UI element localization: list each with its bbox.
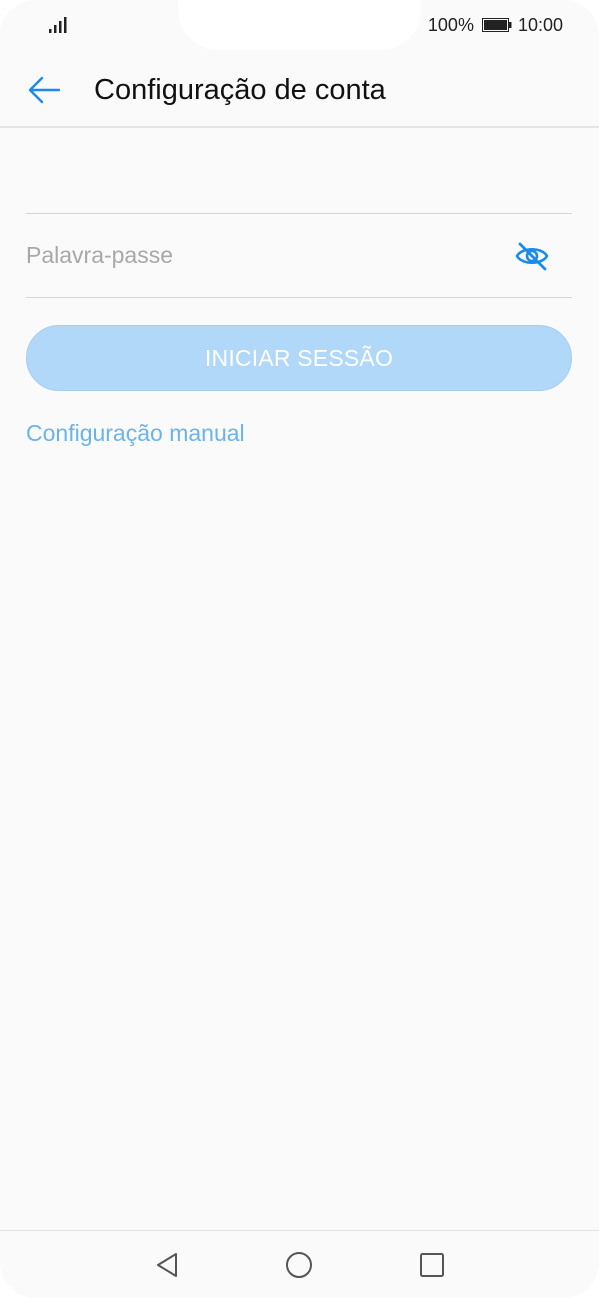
- status-right: 100% 10:00: [428, 14, 563, 36]
- status-bar: 100% 10:00: [0, 0, 599, 50]
- triangle-back-icon: [157, 1253, 177, 1277]
- nav-back-button[interactable]: [149, 1247, 185, 1283]
- nav-recents-button[interactable]: [414, 1247, 450, 1283]
- nav-home-button[interactable]: [281, 1247, 317, 1283]
- divider-bottom: [26, 297, 572, 298]
- back-button[interactable]: [22, 68, 66, 112]
- password-field: [26, 214, 572, 297]
- circle-home-icon: [286, 1252, 312, 1278]
- login-button[interactable]: INICIAR SESSÃO: [26, 325, 572, 391]
- toggle-password-visibility-button[interactable]: [512, 236, 552, 276]
- battery-percent: 100%: [427, 14, 474, 35]
- app-bar: Configuração de conta: [0, 50, 599, 128]
- battery-icon: [481, 18, 512, 32]
- signal-bars-icon: [49, 17, 67, 33]
- screen: 100% 10:00 Configuração de conta INICIAR…: [0, 0, 599, 1298]
- clock: 10:00: [517, 14, 563, 35]
- camera-notch: [178, 0, 421, 50]
- arrow-left-icon: [28, 76, 61, 104]
- password-input[interactable]: [26, 214, 496, 297]
- square-recents-icon: [420, 1253, 444, 1277]
- page-title: Configuração de conta: [94, 74, 386, 106]
- navigation-bar: [0, 1230, 599, 1298]
- manual-configuration-link[interactable]: Configuração manual: [26, 420, 245, 447]
- eye-off-icon: [515, 242, 549, 271]
